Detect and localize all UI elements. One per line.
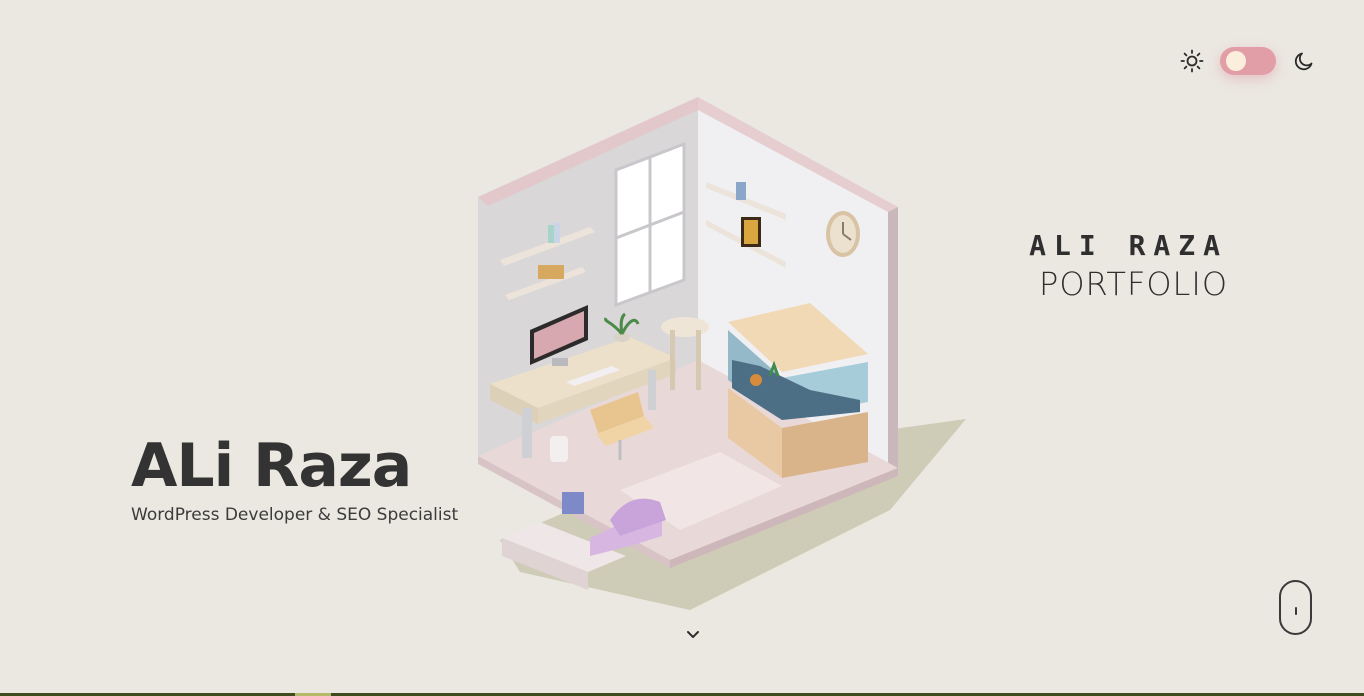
mouse-scroll-icon[interactable] — [1279, 580, 1312, 635]
chevron-down-icon[interactable] — [684, 628, 702, 642]
theme-toggle-switch[interactable] — [1220, 47, 1276, 75]
site-title-name: ALI RAZA — [1029, 229, 1228, 262]
hero-name: ALi Raza — [131, 431, 412, 501]
hero-subtitle: WordPress Developer & SEO Specialist — [131, 505, 459, 525]
isometric-room-illustration — [478, 97, 966, 610]
site-title: ALI RAZA PORTFOLIO — [1000, 228, 1228, 304]
moon-icon[interactable] — [1292, 49, 1316, 73]
site-title-portfolio: PORTFOLIO — [1039, 265, 1228, 303]
theme-toggle — [1178, 46, 1318, 78]
toggle-knob — [1226, 51, 1246, 71]
sun-icon[interactable] — [1180, 49, 1204, 73]
mouse-wheel — [1295, 607, 1297, 615]
